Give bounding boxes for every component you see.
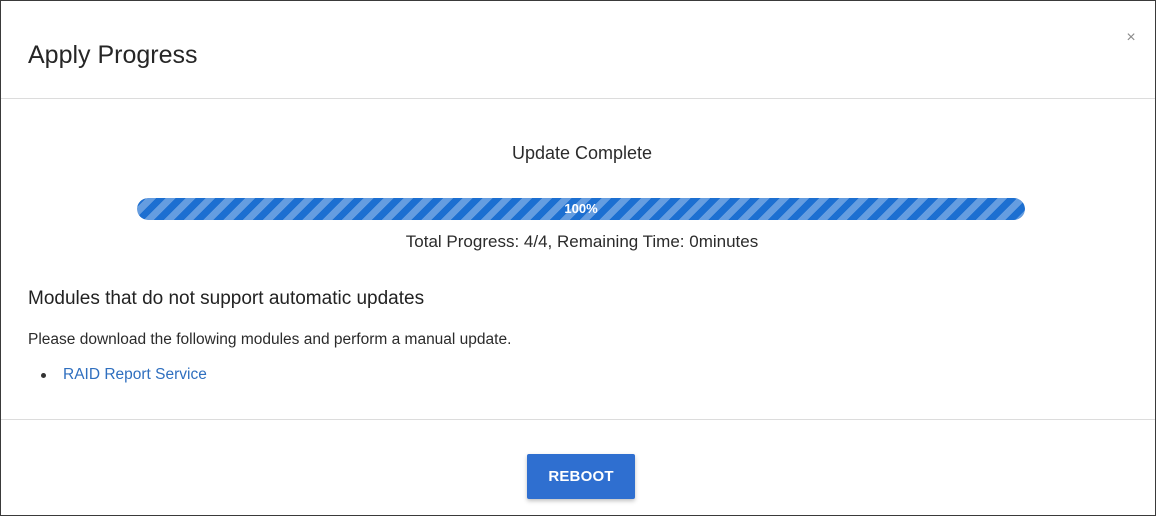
- close-icon[interactable]: ×: [1122, 29, 1140, 47]
- modules-description: Please download the following modules an…: [28, 331, 512, 348]
- dialog-body: Update Complete 100% Total Progress: 4/4…: [1, 99, 1155, 418]
- dialog-header: Apply Progress ×: [1, 1, 1155, 99]
- update-status-text: Update Complete: [511, 143, 653, 163]
- reboot-button[interactable]: REBOOT: [527, 454, 635, 499]
- dialog-footer: REBOOT: [1, 419, 1155, 516]
- list-item: RAID Report Service: [39, 365, 207, 385]
- module-list: RAID Report Service: [39, 365, 207, 385]
- modules-heading: Modules that do not support automatic up…: [28, 288, 425, 309]
- apply-progress-dialog: Apply Progress × Update Complete 100% To…: [0, 0, 1156, 516]
- raid-report-service-link[interactable]: RAID Report Service: [63, 366, 207, 383]
- progress-bar: 100%: [137, 198, 1025, 220]
- progress-percent-label: 100%: [564, 201, 598, 216]
- bullet-icon: [41, 373, 46, 378]
- total-progress-text: Total Progress: 4/4, Remaining Time: 0mi…: [405, 232, 759, 251]
- dialog-title: Apply Progress: [28, 41, 198, 69]
